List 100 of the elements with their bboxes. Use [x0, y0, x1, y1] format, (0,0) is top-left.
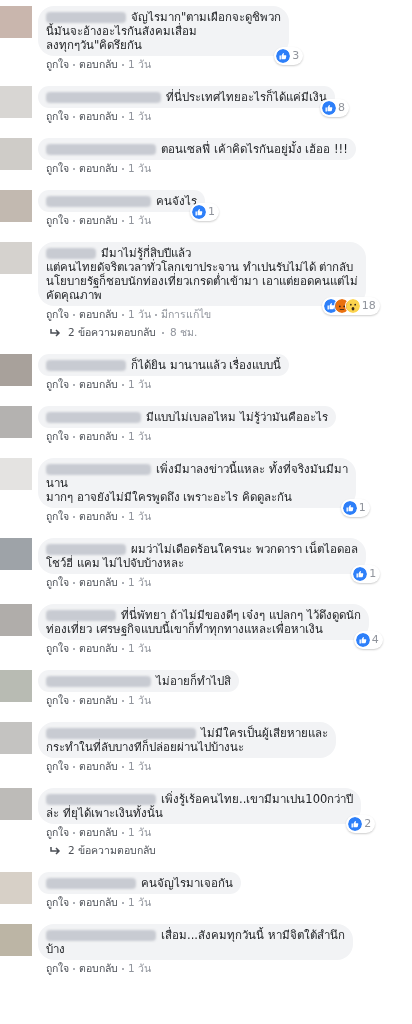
reaction-count: 3	[292, 47, 301, 64]
timestamp: 1 วัน	[128, 308, 152, 321]
avatar[interactable]	[0, 6, 32, 38]
avatar[interactable]	[0, 924, 32, 956]
blurred-name[interactable]	[46, 360, 126, 371]
timestamp: 1 วัน	[128, 576, 152, 589]
avatar[interactable]	[0, 538, 32, 570]
like-link[interactable]: ถูกใจ	[46, 962, 69, 975]
timestamp: 1 วัน	[128, 110, 152, 123]
comment-text: ตอนเซลฟี่ เค้าคิดไรกันอยู่มั้ง เฮ้ออ !!!	[46, 142, 348, 156]
avatar[interactable]	[0, 86, 32, 118]
reply-link[interactable]: ตอบกลับ	[79, 962, 118, 975]
like-link[interactable]: ถูกใจ	[46, 58, 69, 71]
like-link[interactable]: ถูกใจ	[46, 510, 69, 523]
blurred-name[interactable]	[46, 728, 196, 739]
blurred-name[interactable]	[46, 144, 156, 155]
like-link[interactable]: ถูกใจ	[46, 110, 69, 123]
blurred-name[interactable]	[46, 412, 141, 423]
like-icon	[192, 204, 206, 219]
avatar[interactable]	[0, 242, 32, 274]
comment-text: เสื่อม...สังคมทุกวันนี้ หามีจิตใต้สำนึก บ้าง	[46, 928, 345, 956]
angry-face-icon	[334, 298, 349, 313]
reply-link[interactable]: ตอบกลับ	[79, 576, 118, 589]
like-link[interactable]: ถูกใจ	[46, 430, 69, 443]
reaction-count: 1	[208, 203, 216, 220]
timestamp: 1 วัน	[128, 896, 152, 909]
reply-link[interactable]: ตอบกลับ	[79, 58, 118, 71]
avatar[interactable]	[0, 190, 32, 222]
blurred-name[interactable]	[46, 794, 156, 805]
reaction-count: 1	[358, 499, 367, 516]
like-link[interactable]: ถูกใจ	[46, 694, 69, 707]
reaction-count: 4	[371, 631, 380, 648]
avatar[interactable]	[0, 354, 32, 386]
view-replies-link[interactable]: 2 ข้อความตอบกลับ	[68, 326, 157, 339]
surprised-face-icon	[345, 298, 360, 313]
reaction-count: 8	[338, 99, 346, 116]
reply-link[interactable]: ตอบกลับ	[79, 826, 118, 839]
like-link[interactable]: ถูกใจ	[46, 642, 69, 655]
avatar[interactable]	[0, 604, 32, 636]
reply-link[interactable]: ตอบกลับ	[79, 308, 118, 321]
reply-link[interactable]: ตอบกลับ	[79, 642, 118, 655]
like-link[interactable]: ถูกใจ	[46, 378, 69, 391]
avatar[interactable]	[0, 722, 32, 754]
timestamp: 1 วัน	[128, 962, 152, 975]
timestamp: 1 วัน	[128, 510, 152, 523]
comment-text: คนจัญไรมาเจอกัน	[46, 876, 233, 890]
reply-arrow-icon	[50, 327, 62, 338]
avatar[interactable]	[0, 138, 32, 170]
reaction-count: 2	[364, 815, 373, 832]
reply-link[interactable]: ตอบกลับ	[79, 760, 118, 773]
reply-link[interactable]: ตอบกลับ	[79, 214, 118, 227]
edited-label: มีการแก้ไข	[161, 308, 212, 321]
like-icon	[323, 298, 338, 313]
timestamp: 1 วัน	[128, 162, 152, 175]
avatar[interactable]	[0, 670, 32, 702]
blurred-name[interactable]	[46, 12, 126, 23]
blurred-name[interactable]	[46, 676, 151, 687]
reply-link[interactable]: ตอบกลับ	[79, 510, 118, 523]
blurred-name[interactable]	[46, 196, 151, 207]
reply-time: 8 ชม.	[170, 326, 198, 339]
like-link[interactable]: ถูกใจ	[46, 308, 69, 321]
like-link[interactable]: ถูกใจ	[46, 826, 69, 839]
timestamp: 1 วัน	[128, 378, 152, 391]
like-link[interactable]: ถูกใจ	[46, 162, 69, 175]
view-replies-link[interactable]: 2 ข้อความตอบกลับ	[68, 844, 157, 857]
reaction-count: 18	[361, 297, 377, 314]
blurred-name[interactable]	[46, 610, 116, 621]
reply-link[interactable]: ตอบกลับ	[79, 430, 118, 443]
reply-link[interactable]: ตอบกลับ	[79, 378, 118, 391]
blurred-name[interactable]	[46, 930, 156, 941]
comment-text: ก็ได้ยิน มานานแล้ว เรื่องแบบนี้	[46, 358, 282, 372]
like-link[interactable]: ถูกใจ	[46, 576, 69, 589]
avatar[interactable]	[0, 458, 32, 490]
like-icon	[353, 566, 368, 581]
timestamp: 1 วัน	[128, 642, 152, 655]
like-icon	[342, 500, 357, 515]
blurred-name[interactable]	[46, 92, 161, 103]
comment-text: ไม่มีใครเป็นผู้เสียหายและ กระทำในที่ลับบางทีก็ปล่อยผ่านไปบ้างนะ	[46, 726, 328, 754]
blurred-name[interactable]	[46, 248, 96, 259]
avatar[interactable]	[0, 406, 32, 438]
reaction-count: 1	[369, 565, 378, 582]
blurred-name[interactable]	[46, 464, 151, 475]
reply-link[interactable]: ตอบกลับ	[79, 896, 118, 909]
blurred-name[interactable]	[46, 544, 126, 555]
timestamp: 1 วัน	[128, 430, 152, 443]
timestamp: 1 วัน	[128, 826, 152, 839]
timestamp: 1 วัน	[128, 694, 152, 707]
like-link[interactable]: ถูกใจ	[46, 896, 69, 909]
timestamp: 1 วัน	[128, 760, 152, 773]
reply-link[interactable]: ตอบกลับ	[79, 110, 118, 123]
like-link[interactable]: ถูกใจ	[46, 214, 69, 227]
reply-link[interactable]: ตอบกลับ	[79, 694, 118, 707]
blurred-name[interactable]	[46, 878, 136, 889]
comment-text: ไม่อายก็ทำไปสิ	[46, 674, 231, 688]
avatar[interactable]	[0, 788, 32, 820]
timestamp: 1 วัน	[128, 58, 152, 71]
comment-text: มีแบบไม่เบลอไหม ไม่รู้ว่ามันคืออะไร	[46, 410, 328, 424]
reply-link[interactable]: ตอบกลับ	[79, 162, 118, 175]
avatar[interactable]	[0, 872, 32, 904]
like-link[interactable]: ถูกใจ	[46, 760, 69, 773]
